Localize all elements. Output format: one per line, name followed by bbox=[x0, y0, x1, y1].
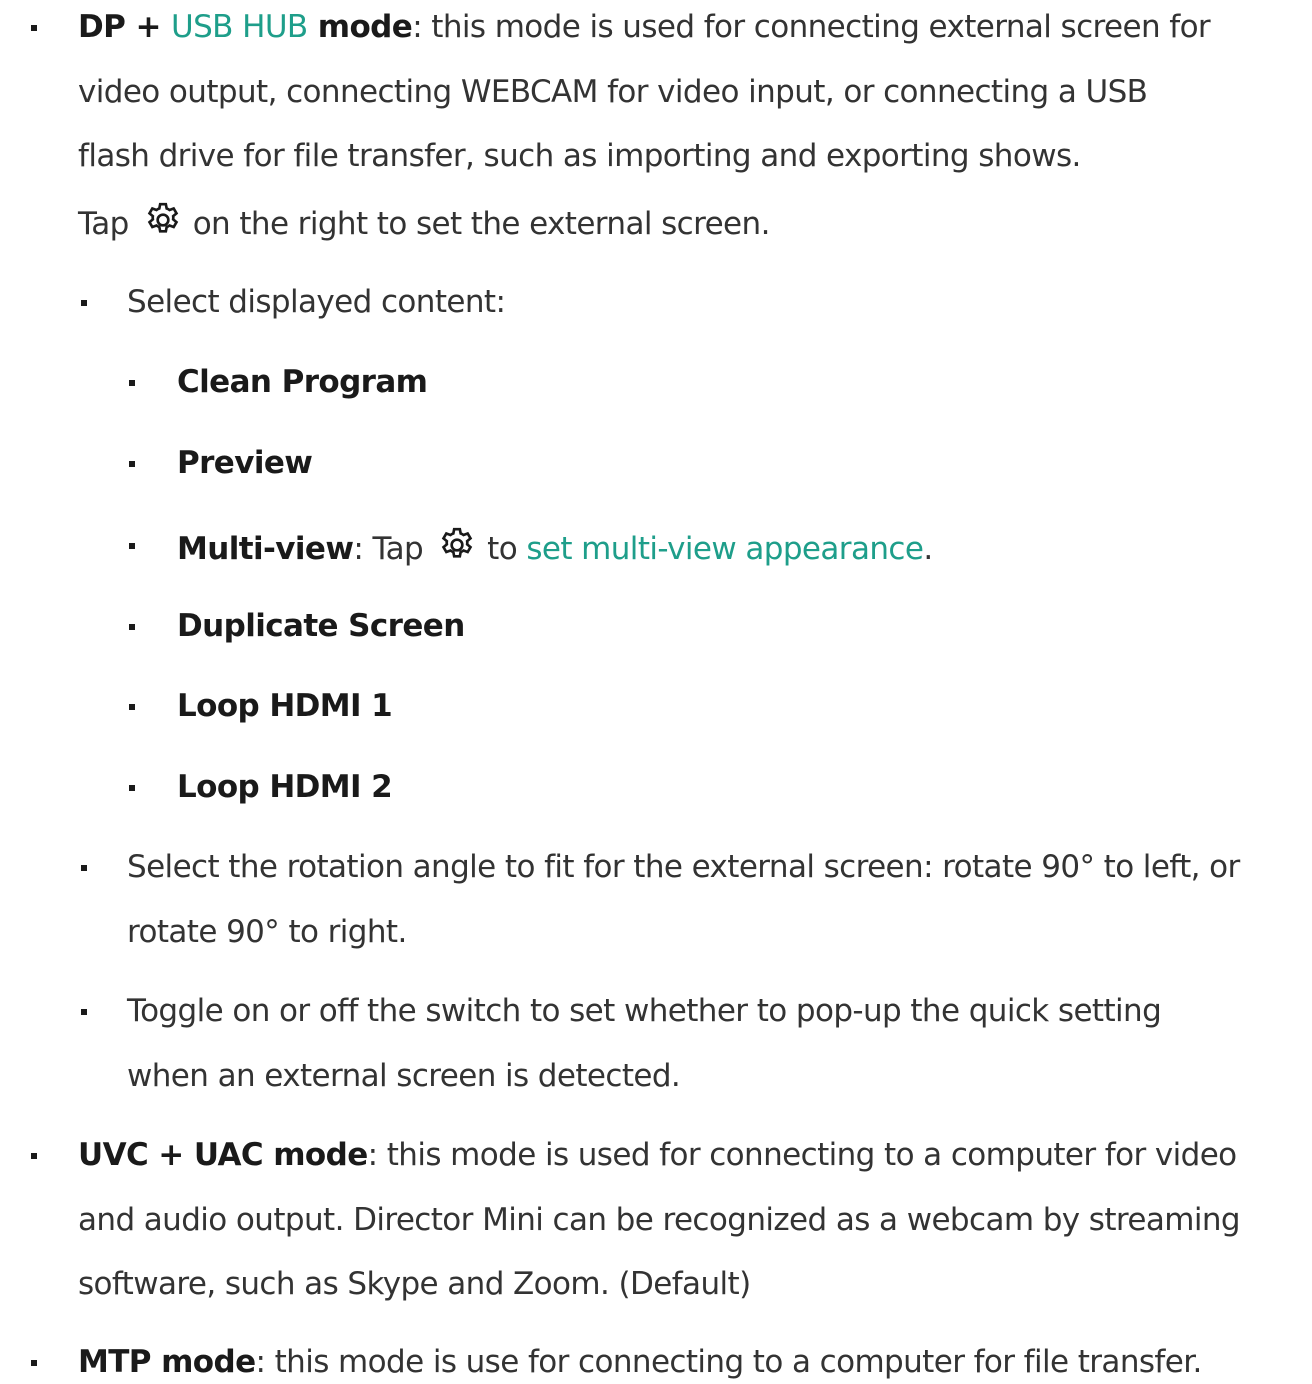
rotation-item-line1: Select the rotation angle to fit for the… bbox=[127, 845, 1240, 889]
display-content-item: Select displayed content: bbox=[127, 280, 506, 324]
dp-mode-line2: video output, connecting WEBCAM for vide… bbox=[78, 70, 1148, 114]
multiview-end: . bbox=[923, 531, 933, 567]
content-preview: Preview bbox=[177, 441, 313, 485]
content-duplicate: Duplicate Screen bbox=[177, 604, 465, 648]
bullet bbox=[129, 543, 135, 549]
content-multiview: Multi-view: Tap to set multi-view appeara… bbox=[177, 525, 933, 577]
content-loop1: Loop HDMI 1 bbox=[177, 684, 393, 728]
preview-label: Preview bbox=[177, 445, 313, 481]
multiview-appearance-link[interactable]: set multi-view appearance bbox=[526, 531, 924, 567]
bullet bbox=[31, 1153, 37, 1159]
uvc-mode-line3: software, such as Skype and Zoom. (Defau… bbox=[78, 1262, 751, 1306]
bullet bbox=[129, 704, 135, 710]
tap-suffix: on the right to set the external screen. bbox=[192, 206, 771, 242]
bullet bbox=[129, 380, 135, 386]
bullet bbox=[31, 25, 37, 31]
dp-mode-desc-1: : this mode is used for connecting exter… bbox=[412, 9, 1211, 45]
usb-hub-link[interactable]: USB HUB bbox=[171, 9, 308, 45]
dp-mode-term-suffix: mode bbox=[307, 9, 413, 45]
rotation-item-line2: rotate 90° to right. bbox=[127, 910, 407, 954]
rotation-text-2: rotate 90° to right. bbox=[127, 914, 407, 950]
bullet bbox=[129, 785, 135, 791]
clean-program-label: Clean Program bbox=[177, 364, 428, 400]
multiview-to: to bbox=[487, 531, 518, 567]
dp-mode-term-prefix: DP + bbox=[78, 9, 172, 45]
display-content-label: Select displayed content: bbox=[127, 284, 506, 320]
uvc-mode-desc-1: : this mode is used for connecting to a … bbox=[367, 1137, 1238, 1173]
uvc-mode-line2: and audio output. Director Mini can be r… bbox=[78, 1198, 1241, 1242]
uvc-mode-desc-2: and audio output. Director Mini can be r… bbox=[78, 1202, 1241, 1238]
content-loop2: Loop HDMI 2 bbox=[177, 765, 393, 809]
dp-mode-line1: DP + USB HUB mode: this mode is used for… bbox=[78, 5, 1211, 49]
mtp-mode-line1: MTP mode: this mode is use for connectin… bbox=[78, 1340, 1202, 1384]
bullet bbox=[81, 1009, 87, 1015]
toggle-item-line1: Toggle on or off the switch to set wheth… bbox=[127, 989, 1162, 1033]
uvc-mode-term: UVC + UAC mode bbox=[78, 1137, 368, 1173]
uvc-mode-line1: UVC + UAC mode: this mode is used for co… bbox=[78, 1133, 1237, 1177]
bullet bbox=[81, 865, 87, 871]
toggle-item-line2: when an external screen is detected. bbox=[127, 1054, 681, 1098]
bullet bbox=[31, 1360, 37, 1366]
dp-mode-line3: flash drive for file transfer, such as i… bbox=[78, 134, 1081, 178]
gear-icon[interactable] bbox=[143, 200, 183, 252]
loop2-label: Loop HDMI 2 bbox=[177, 769, 393, 805]
uvc-mode-desc-3: software, such as Skype and Zoom. (Defau… bbox=[78, 1266, 751, 1302]
toggle-text-1: Toggle on or off the switch to set wheth… bbox=[127, 993, 1162, 1029]
toggle-text-2: when an external screen is detected. bbox=[127, 1058, 681, 1094]
loop1-label: Loop HDMI 1 bbox=[177, 688, 393, 724]
duplicate-label: Duplicate Screen bbox=[177, 608, 465, 644]
bullet bbox=[129, 461, 135, 467]
mtp-mode-term: MTP mode bbox=[78, 1344, 256, 1380]
gear-icon[interactable] bbox=[437, 525, 477, 577]
bullet bbox=[81, 300, 87, 306]
bullet bbox=[129, 624, 135, 630]
dp-mode-desc-3: flash drive for file transfer, such as i… bbox=[78, 138, 1081, 174]
tap-text: Tap bbox=[78, 206, 129, 242]
dp-mode-desc-2: video output, connecting WEBCAM for vide… bbox=[78, 74, 1148, 110]
rotation-text-1: Select the rotation angle to fit for the… bbox=[127, 849, 1240, 885]
dp-mode-tap-line: Tap on the right to set the external scre… bbox=[78, 200, 770, 252]
content-clean-program: Clean Program bbox=[177, 360, 428, 404]
multiview-label: Multi-view bbox=[177, 531, 354, 567]
multiview-tap: : Tap bbox=[353, 531, 424, 567]
mtp-mode-desc-1: : this mode is use for connecting to a c… bbox=[255, 1344, 1203, 1380]
